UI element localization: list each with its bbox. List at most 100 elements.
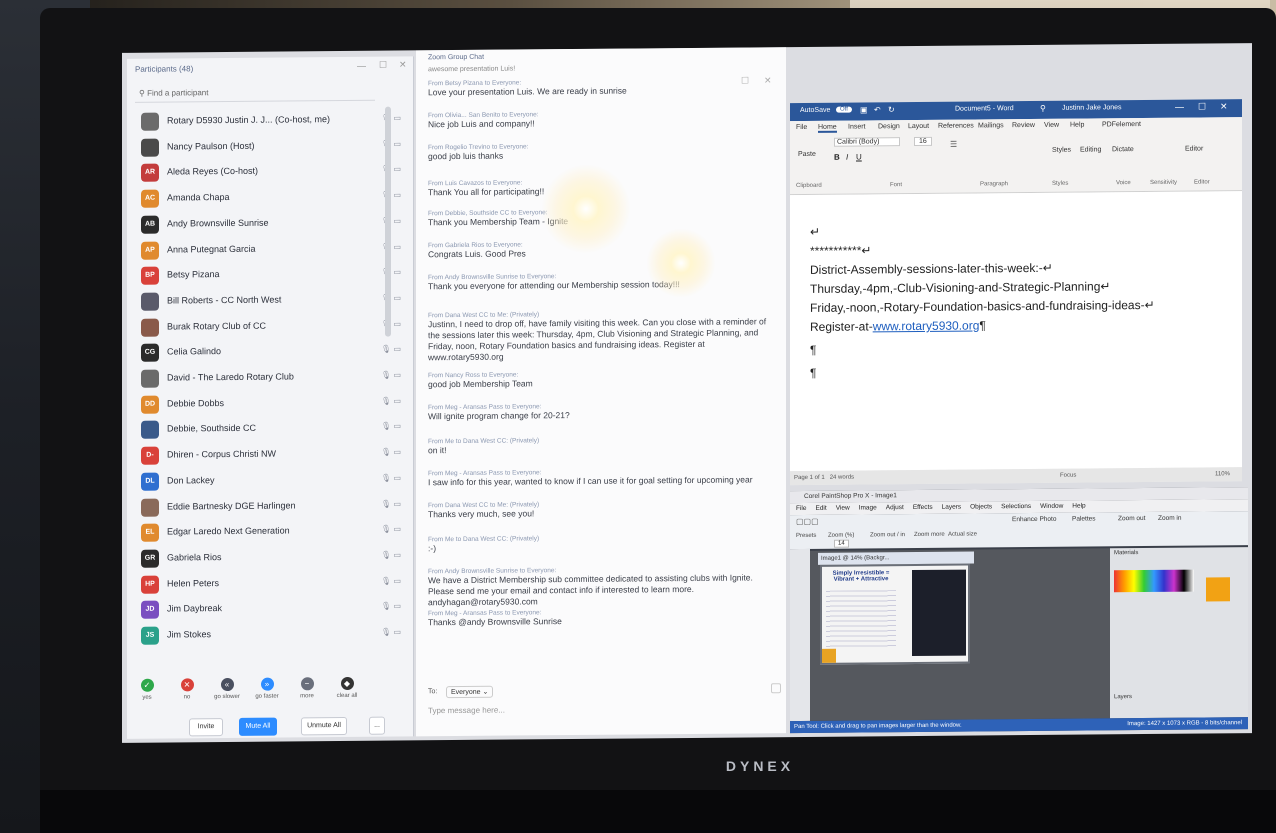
bold-icon[interactable]: B: [834, 153, 840, 162]
menu-view[interactable]: View: [836, 505, 850, 512]
mic-camera-icons[interactable]: 🎙︎ ▭: [381, 602, 401, 611]
materials-palette[interactable]: Materials Layers: [1110, 547, 1248, 719]
editor-button[interactable]: Editor: [1185, 145, 1203, 152]
word-count[interactable]: 24 words: [830, 475, 854, 481]
tab-design[interactable]: Design: [878, 123, 900, 130]
menu-effects[interactable]: Effects: [913, 504, 933, 511]
participant-row[interactable]: Rotary D5930 Justin J. J... (Co-host, me…: [141, 108, 401, 134]
undo-icon[interactable]: ↶: [874, 105, 881, 114]
reaction-no[interactable]: ✕ no: [167, 678, 207, 700]
mic-camera-icons[interactable]: 🎙︎ ▭: [381, 525, 401, 534]
participant-row[interactable]: BP Betsy Pizana 🎙︎ ▭: [141, 263, 401, 289]
minimize-icon[interactable]: —: [1175, 102, 1184, 112]
participant-row[interactable]: David - The Laredo Rotary Club 🎙︎ ▭: [141, 365, 401, 391]
mute-all-button[interactable]: Mute All: [239, 717, 277, 736]
tab-home[interactable]: Home: [818, 123, 837, 133]
participant-row[interactable]: Debbie, Southside CC 🎙︎ ▭: [141, 417, 401, 443]
participant-row[interactable]: AR Aleda Reyes (Co-host) 🎙︎ ▭: [141, 160, 401, 186]
enhance-photo-button[interactable]: Enhance Photo: [1012, 516, 1056, 523]
hyperlink[interactable]: www.rotary5930.org: [873, 318, 980, 333]
font-size-select[interactable]: 16: [914, 136, 932, 147]
mic-camera-icons[interactable]: 🎙︎ ▭: [381, 396, 401, 405]
zoom-in-button[interactable]: Zoom in: [1158, 515, 1181, 522]
paste-button[interactable]: Paste: [798, 151, 816, 158]
mic-camera-icons[interactable]: 🎙︎ ▭: [381, 370, 401, 379]
participant-row[interactable]: CG Celia Galindo 🎙︎ ▭: [141, 340, 401, 366]
participant-row[interactable]: JS Jim Stokes 🎙︎ ▭: [141, 622, 401, 648]
participant-row[interactable]: JD Jim Daybreak 🎙︎ ▭: [141, 597, 401, 623]
foreground-color[interactable]: [1206, 577, 1230, 602]
mic-camera-icons[interactable]: 🎙︎ ▭: [381, 473, 401, 482]
mic-camera-icons[interactable]: 🎙︎ ▭: [381, 627, 401, 636]
close-icon[interactable]: ✕: [399, 59, 407, 70]
participant-row[interactable]: AC Amanda Chapa 🎙︎ ▭: [141, 186, 401, 212]
editing-button[interactable]: Editing: [1080, 146, 1101, 153]
zoom-level[interactable]: 110%: [1215, 467, 1230, 481]
palettes-button[interactable]: Palettes: [1072, 515, 1096, 522]
tab-references[interactable]: References: [938, 122, 974, 129]
autosave-toggle[interactable]: Off: [836, 106, 852, 113]
menu-image[interactable]: Image: [859, 504, 877, 511]
invite-button[interactable]: Invite: [189, 718, 223, 737]
maximize-icon[interactable]: ☐: [1198, 101, 1206, 112]
mic-camera-icons[interactable]: 🎙︎ ▭: [381, 422, 401, 431]
font-name-select[interactable]: Calibri (Body): [834, 137, 901, 147]
recipient-dropdown[interactable]: Everyone ⌄: [446, 685, 494, 699]
reaction-go-slower[interactable]: «go slower: [207, 677, 247, 700]
mic-camera-icons[interactable]: 🎙︎ ▭: [381, 550, 401, 559]
minimize-icon[interactable]: —: [357, 61, 366, 71]
tab-help[interactable]: Help: [1070, 122, 1084, 129]
tab-mailings[interactable]: Mailings: [978, 122, 1004, 129]
menu-adjust[interactable]: Adjust: [886, 504, 904, 511]
save-icon[interactable]: ▣: [860, 105, 868, 114]
participant-search-input[interactable]: ⚲ Find a participant: [135, 82, 375, 103]
participant-row[interactable]: Eddie Bartnesky DGE Harlingen 🎙︎ ▭: [141, 494, 401, 520]
participant-row[interactable]: GR Gabriela Rios 🎙︎ ▭: [141, 545, 401, 571]
tab-file[interactable]: File: [796, 124, 807, 131]
reaction-clear-all[interactable]: ◆ clear all: [327, 676, 367, 699]
maximize-icon[interactable]: ☐: [379, 60, 387, 71]
file-icon[interactable]: [771, 683, 781, 694]
underline-icon[interactable]: U: [856, 152, 862, 161]
tab-review[interactable]: Review: [1012, 122, 1035, 129]
participant-row[interactable]: AB Andy Brownsville Sunrise 🎙︎ ▭: [141, 211, 401, 237]
reaction-more[interactable]: − more: [287, 677, 327, 699]
reaction-go-faster[interactable]: » go faster: [247, 677, 287, 700]
user-name[interactable]: Justinn Jake Jones: [1062, 104, 1122, 112]
tab-insert[interactable]: Insert: [848, 123, 866, 130]
unmute-all-button[interactable]: Unmute All: [301, 716, 347, 736]
participant-row[interactable]: Bill Roberts - CC North West 🎙︎ ▭: [141, 288, 401, 314]
participant-row[interactable]: DL Don Lackey 🎙︎ ▭: [141, 468, 401, 494]
mic-camera-icons[interactable]: 🎙︎ ▭: [381, 499, 401, 508]
participant-row[interactable]: HP Helen Peters 🎙︎ ▭: [141, 571, 401, 597]
styles-button[interactable]: Styles: [1052, 147, 1071, 154]
participant-row[interactable]: Nancy Paulson (Host) 🎙︎ ▭: [141, 134, 401, 160]
participant-row[interactable]: DD Debbie Dobbs 🎙︎ ▭: [141, 391, 401, 417]
participant-row[interactable]: Burak Rotary Club of CC 🎙︎ ▭: [141, 314, 401, 340]
tab-layout[interactable]: Layout: [908, 123, 929, 130]
search-icon[interactable]: ⚲: [1040, 104, 1046, 113]
zoom-out-button[interactable]: Zoom out: [1118, 515, 1145, 522]
menu-layers[interactable]: Layers: [942, 504, 962, 511]
mic-camera-icons[interactable]: 🎙︎ ▭: [381, 448, 401, 457]
menu-help[interactable]: Help: [1072, 503, 1085, 510]
italic-icon[interactable]: I: [846, 153, 848, 162]
color-swatches[interactable]: [1114, 569, 1194, 593]
message-input[interactable]: Type message here...: [428, 703, 768, 716]
zoom-input[interactable]: 14: [834, 539, 849, 548]
mic-camera-icons[interactable]: 🎙︎ ▭: [381, 345, 401, 354]
menu-objects[interactable]: Objects: [970, 503, 992, 510]
participant-row[interactable]: EL Edgar Laredo Next Generation 🎙︎ ▭: [141, 520, 401, 546]
menu-edit[interactable]: Edit: [815, 505, 826, 512]
focus-button[interactable]: Focus: [1060, 469, 1076, 483]
menu-window[interactable]: Window: [1040, 503, 1063, 510]
participant-row[interactable]: AP Anna Putegnat Garcia 🎙︎ ▭: [141, 237, 401, 263]
dictate-button[interactable]: Dictate: [1112, 146, 1134, 153]
participant-row[interactable]: D- Dhiren - Corpus Christi NW 🎙︎ ▭: [141, 443, 401, 469]
scrollbar[interactable]: [385, 106, 391, 337]
new-file-icon[interactable]: ▢▢▢: [796, 517, 819, 526]
psp-workspace[interactable]: Image1 @ 14% (Backgr... Simply Irresisti…: [810, 548, 1110, 721]
tools-palette[interactable]: [790, 548, 810, 722]
mic-camera-icons[interactable]: 🎙︎ ▭: [381, 576, 401, 585]
menu-selections[interactable]: Selections: [1001, 503, 1031, 510]
